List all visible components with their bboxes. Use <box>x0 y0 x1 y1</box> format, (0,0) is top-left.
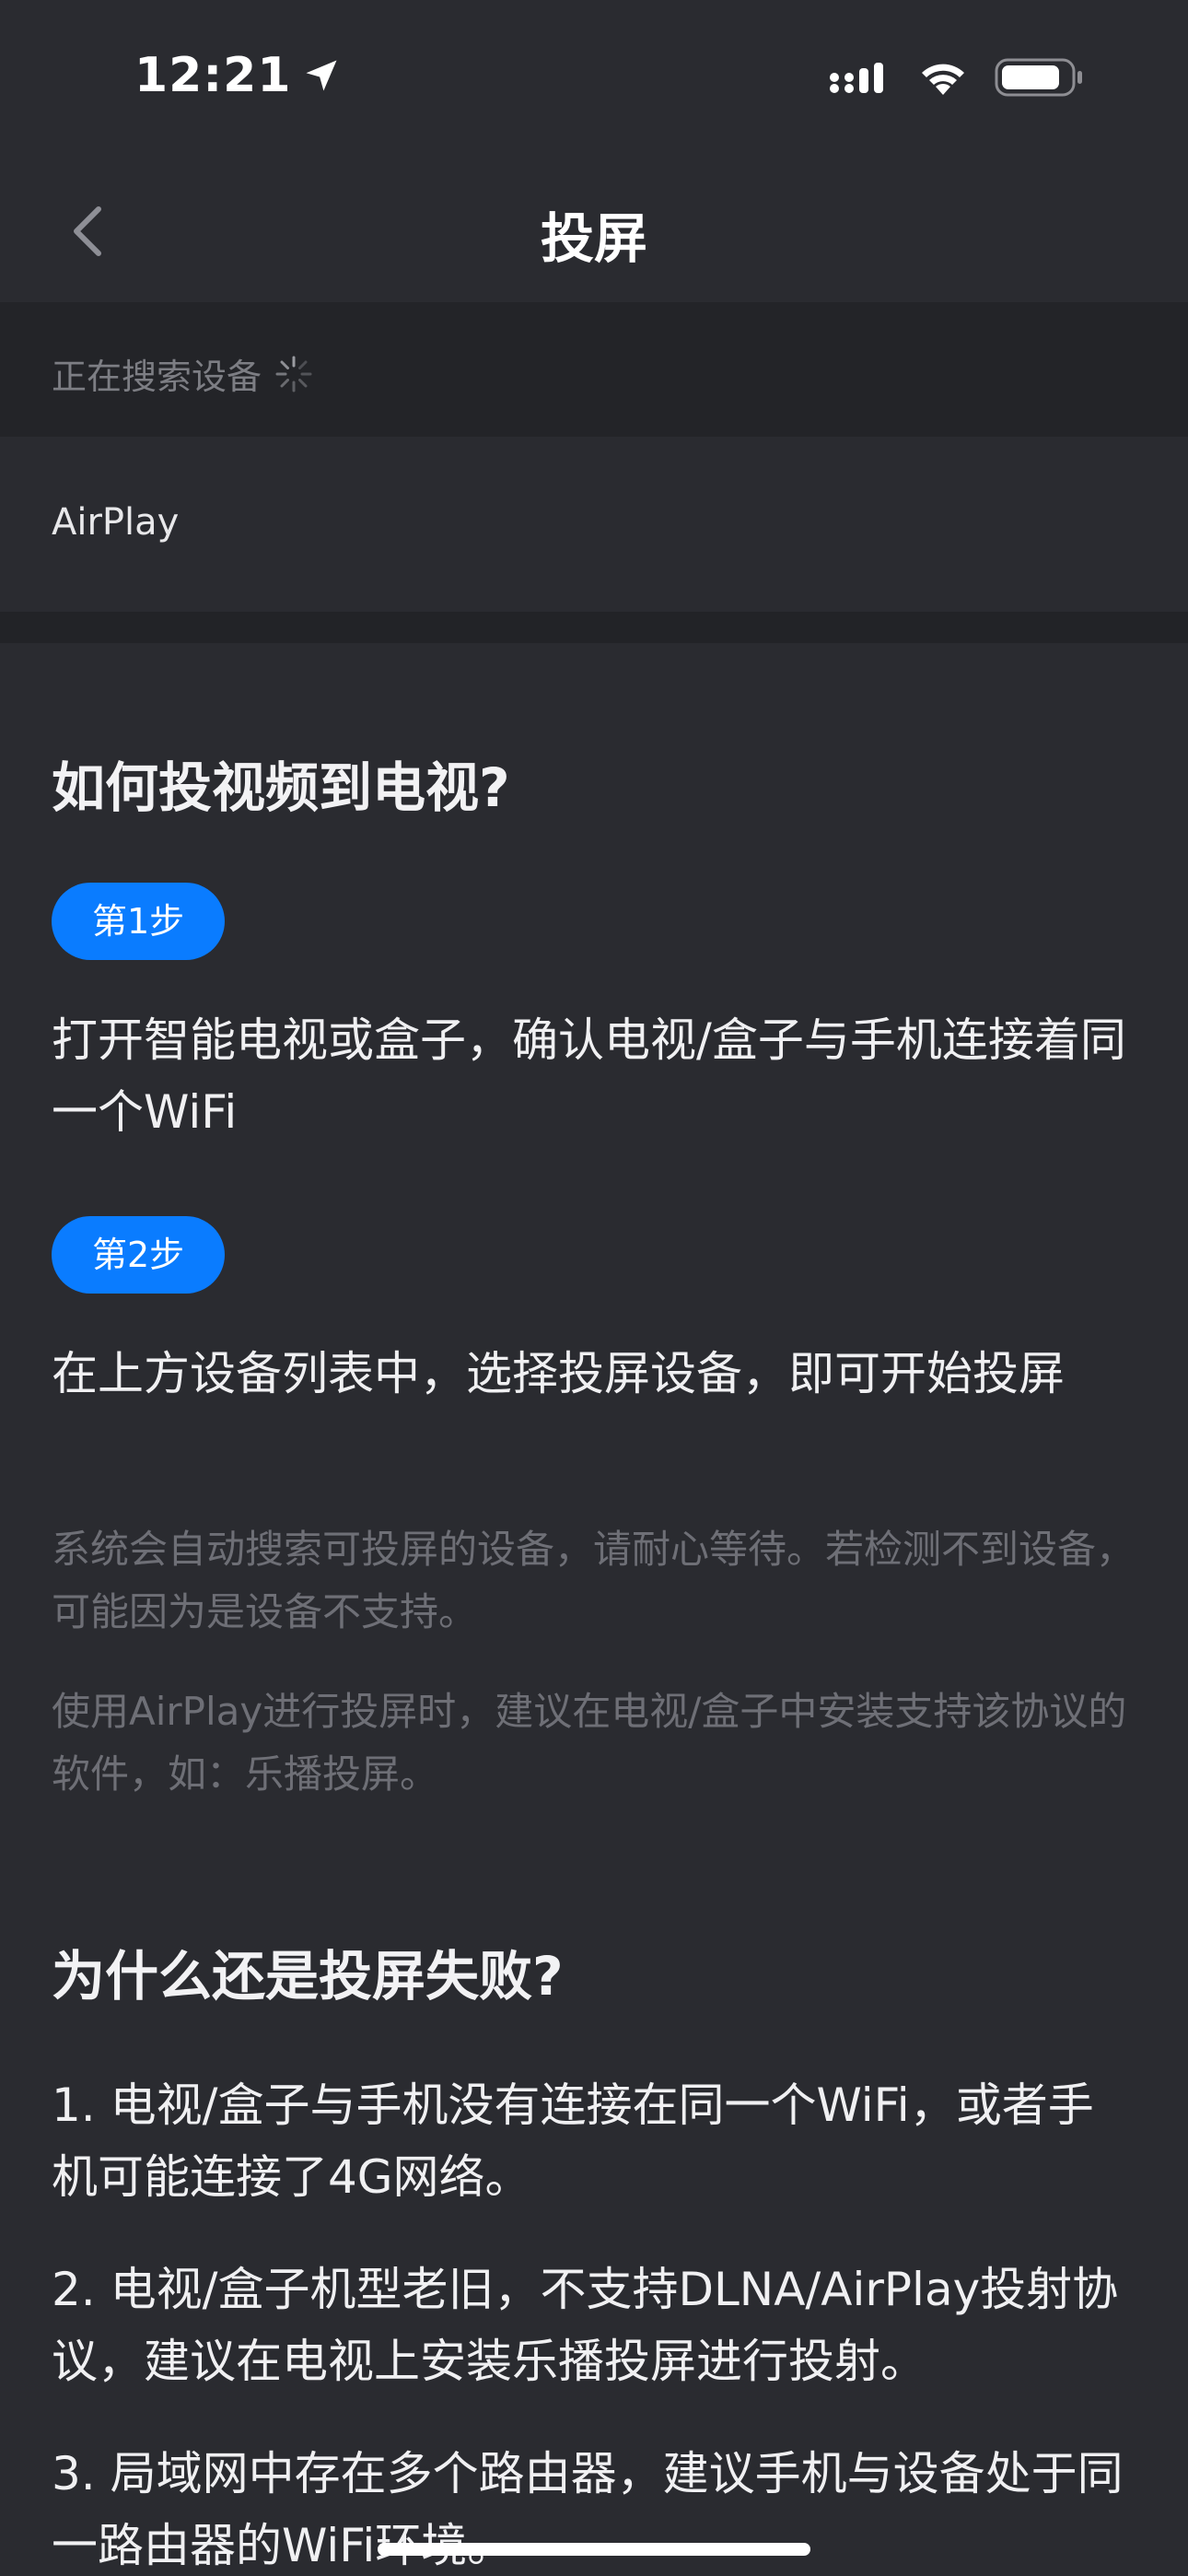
help-section: 如何投视频到电视? 第1步 打开智能电视或盒子，确认电视/盒子与手机连接着同一个… <box>0 643 1188 2576</box>
step-1-text: 打开智能电视或盒子，确认电视/盒子与手机连接着同一个WiFi <box>52 1013 1126 1139</box>
status-bar: 12:21 <box>0 0 1188 157</box>
device-name: AirPlay <box>52 501 180 544</box>
cast-screen: 12:21 投屏 正在搜索设备 AirPlay 如何投视频到电视? 第1步 打开… <box>0 0 1188 2576</box>
failure-reason-1: 1. 电视/盒子与手机没有连接在同一个WiFi，或者手机可能连接了4G网络。 <box>52 2078 1094 2204</box>
device-search-header: 正在搜索设备 <box>0 302 1188 437</box>
step-1-badge: 第1步 <box>52 883 226 960</box>
battery-icon <box>995 58 1082 97</box>
airplay-note: 使用AirPlay进行投屏时，建议在电视/盒子中安装支持该协议的软件，如：乐播投… <box>52 1689 1127 1797</box>
cellular-signal-icon <box>830 63 883 93</box>
page-title: 投屏 <box>540 207 647 270</box>
status-time: 12:21 <box>134 48 342 103</box>
searching-text: 正在搜索设备 <box>52 357 262 397</box>
failure-reason-2: 2. 电视/盒子机型老旧，不支持DLNA/AirPlay投射协议，建议在电视上安… <box>52 2263 1119 2388</box>
section-divider <box>0 612 1188 643</box>
searching-status: 正在搜索设备 <box>52 348 313 399</box>
home-indicator[interactable] <box>378 2543 810 2556</box>
step-2-text: 在上方设备列表中，选择投屏设备，即可开始投屏 <box>52 1347 1065 1400</box>
step-2-badge: 第2步 <box>52 1216 226 1294</box>
time-text: 12:21 <box>134 48 292 103</box>
navigation-bar: 投屏 <box>0 157 1188 302</box>
location-arrow-icon <box>306 60 337 91</box>
help-title-why: 为什么还是投屏失败? <box>52 1945 564 2008</box>
wifi-icon <box>922 64 964 95</box>
search-note: 系统会自动搜索可投屏的设备，请耐心等待。若检测不到设备，可能因为是设备不支持。 <box>52 1527 1136 1634</box>
status-icons <box>829 57 1085 98</box>
device-list-item[interactable]: AirPlay <box>0 437 1188 612</box>
help-title-how: 如何投视频到电视? <box>52 756 510 819</box>
loading-spinner-icon <box>275 356 312 392</box>
